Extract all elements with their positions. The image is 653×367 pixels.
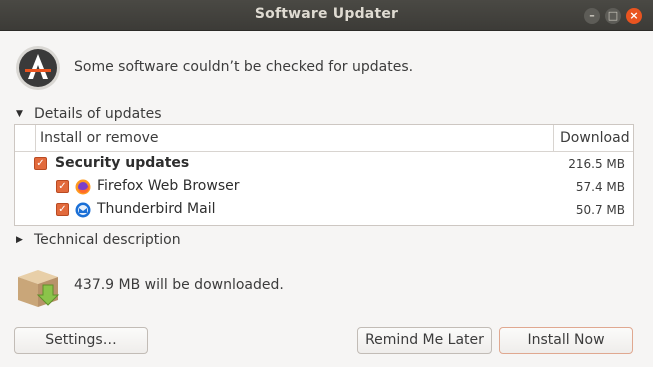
tree-header: Install or remove Download — [15, 125, 633, 152]
details-label: Details of updates — [34, 106, 162, 122]
thunderbird-icon — [75, 202, 91, 218]
checkbox-security-updates[interactable]: ✓ — [34, 157, 47, 170]
row-size: 57.4 MB — [575, 180, 625, 194]
details-expander[interactable]: ▼ Details of updates — [16, 106, 162, 122]
close-button[interactable]: × — [626, 8, 642, 24]
technical-label: Technical description — [34, 232, 181, 248]
row-label: Security updates — [55, 155, 190, 171]
checkbox-thunderbird[interactable]: ✓ — [56, 203, 69, 216]
maximize-button[interactable]: □ — [605, 8, 621, 24]
package-download-icon — [18, 270, 60, 307]
table-row[interactable]: ✓ Security updates 216.5 MB — [15, 153, 633, 176]
row-size: 216.5 MB — [568, 157, 625, 171]
firefox-icon — [75, 179, 91, 195]
row-label: Firefox Web Browser — [97, 178, 240, 194]
download-size-text: 437.9 MB will be downloaded. — [74, 277, 284, 293]
technical-expander[interactable]: ▶ Technical description — [16, 232, 181, 248]
expanded-arrow-icon: ▼ — [16, 109, 23, 119]
settings-button[interactable]: Settings… — [14, 327, 148, 354]
title-bar: Software Updater – □ × — [0, 0, 653, 31]
remind-me-later-button[interactable]: Remind Me Later — [357, 327, 492, 354]
install-now-button[interactable]: Install Now — [499, 327, 633, 354]
column-header-name[interactable]: Install or remove — [40, 130, 159, 146]
column-header-download[interactable]: Download — [560, 130, 630, 146]
table-row[interactable]: ✓ Thunderbird Mail 50.7 MB — [15, 199, 633, 222]
row-size: 50.7 MB — [575, 203, 625, 217]
window-title: Software Updater — [254, 6, 399, 22]
table-row[interactable]: ✓ Firefox Web Browser 57.4 MB — [15, 176, 633, 199]
updates-tree[interactable]: Install or remove Download ✓ Security up… — [14, 124, 634, 226]
minimize-button[interactable]: – — [584, 8, 600, 24]
software-updater-icon — [16, 46, 60, 90]
status-message: Some software couldn’t be checked for up… — [74, 59, 414, 75]
collapsed-arrow-icon: ▶ — [16, 235, 23, 245]
checkbox-firefox[interactable]: ✓ — [56, 180, 69, 193]
row-label: Thunderbird Mail — [97, 201, 216, 217]
